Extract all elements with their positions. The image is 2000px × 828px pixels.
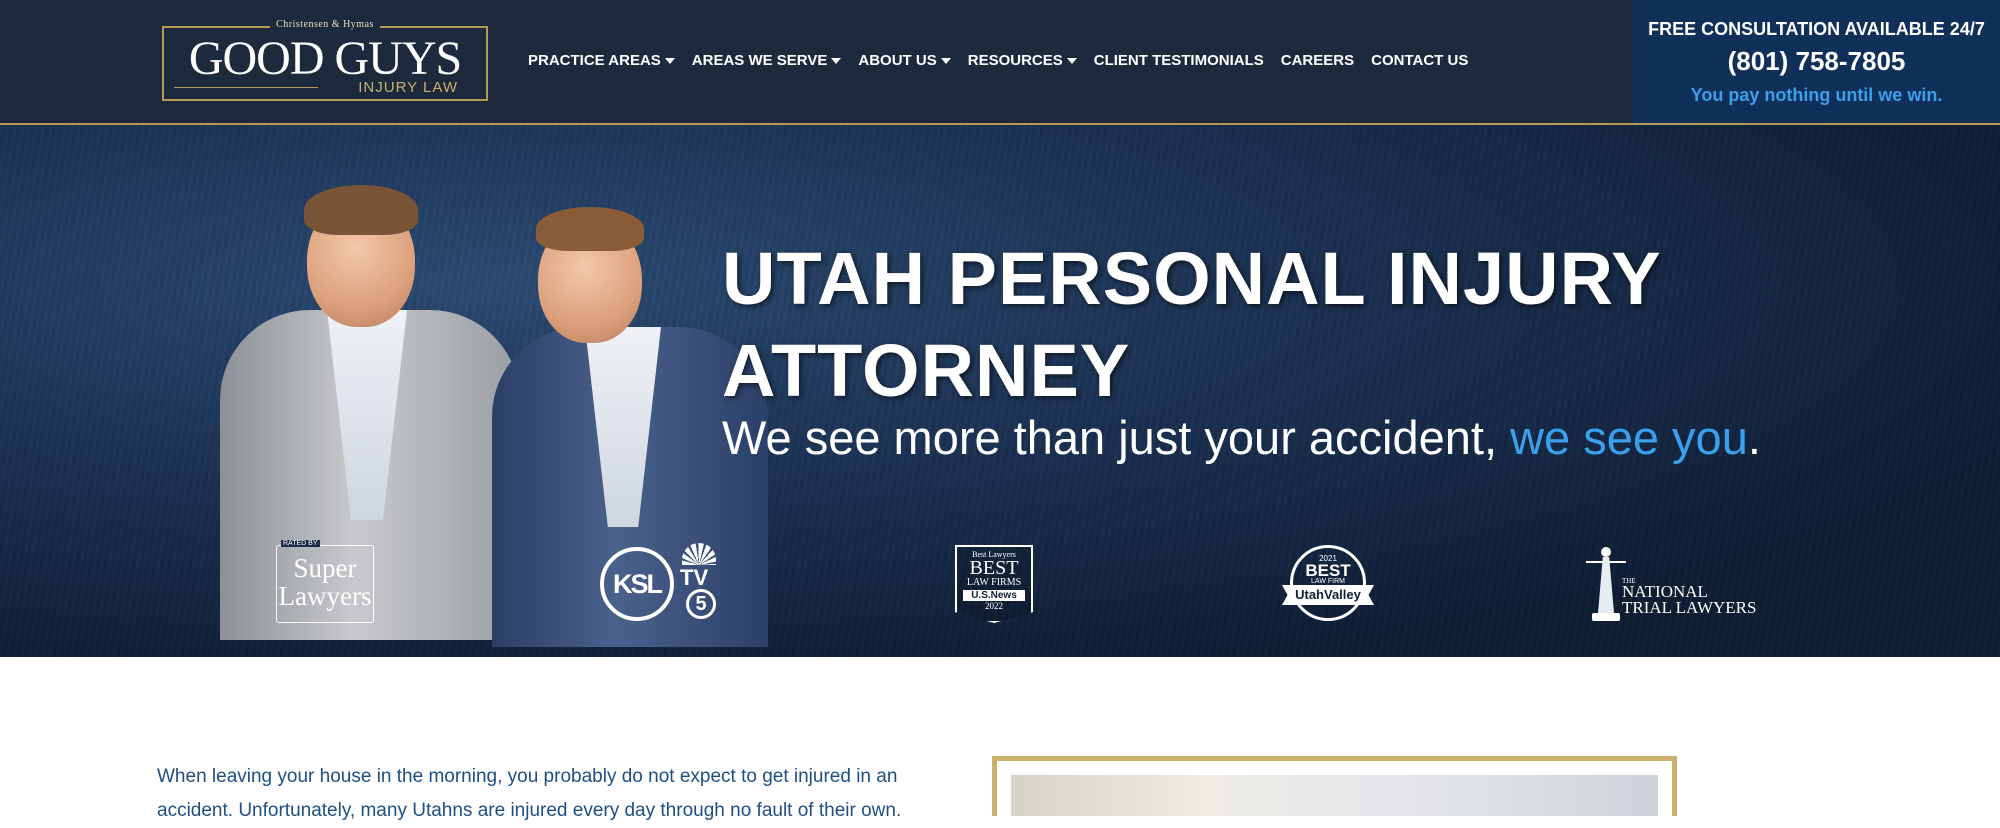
tagline-accent: we see you <box>1510 411 1748 464</box>
nav-label: ABOUT US <box>858 52 937 69</box>
nav-label: AREAS WE SERVE <box>691 52 828 69</box>
super-lawyers-badge: RATED BY Super Lawyers <box>276 540 374 623</box>
hero-tagline: We see more than just your accident, we … <box>722 410 1761 465</box>
nav-label: PRACTICE AREAS <box>528 52 661 69</box>
usn-year: 2022 <box>985 601 1003 611</box>
consultation-title: FREE CONSULTATION AVAILABLE 24/7 <box>1648 19 1985 39</box>
usn-line4: U.S.News <box>963 590 1025 601</box>
ksl-tv-badge: KSL TV 5 <box>600 543 720 623</box>
uv-banner: UtahValley <box>1282 585 1374 605</box>
caret-down-icon <box>664 57 675 64</box>
hero-section: UTAH PERSONAL INJURY ATTORNEY We see mor… <box>0 125 2000 657</box>
ksl-logo: KSL <box>600 547 674 621</box>
channel-number: 5 <box>686 589 716 619</box>
caret-down-icon <box>940 57 951 64</box>
caret-down-icon <box>831 57 842 64</box>
badge-caption: RATED BY <box>281 540 320 547</box>
nav-contact-us[interactable]: CONTACT US <box>1371 52 1468 69</box>
uv-seal: 2021 BEST LAW FIRM <box>1290 545 1366 621</box>
nav-careers[interactable]: CAREERS <box>1281 52 1354 69</box>
nav-resources[interactable]: RESOURCES <box>968 52 1077 69</box>
ksl-tv-text: TV <box>680 565 709 590</box>
main-nav: PRACTICE AREAS AREAS WE SERVE ABOUT US R… <box>528 52 1485 69</box>
logo-rule <box>174 87 318 88</box>
nav-label: CONTACT US <box>1371 52 1469 69</box>
hero-title: UTAH PERSONAL INJURY ATTORNEY <box>722 237 1661 412</box>
nav-practice-areas[interactable]: PRACTICE AREAS <box>528 52 675 69</box>
utah-valley-badge: 2021 BEST LAW FIRM UtahValley <box>1282 545 1374 623</box>
site-header: Christensen & Hymas GOOD GUYS INJURY LAW… <box>0 0 2000 125</box>
nav-label: CAREERS <box>1280 52 1355 69</box>
usn-line2: BEST <box>969 557 1019 579</box>
nav-label: CLIENT TESTIMONIALS <box>1093 52 1264 69</box>
consultation-note: You pay nothing until we win. <box>1690 85 1943 105</box>
logo-top-text: Christensen & Hymas <box>270 19 380 30</box>
featured-image <box>1011 775 1658 816</box>
featured-image-frame <box>992 756 1677 816</box>
badge-title: Super Lawyers <box>278 553 372 611</box>
caret-down-icon <box>1066 57 1077 64</box>
nav-label: RESOURCES <box>967 52 1063 69</box>
nav-areas-we-serve[interactable]: AREAS WE SERVE <box>692 52 842 69</box>
lady-justice-icon <box>1586 545 1626 623</box>
uv-sub: LAW FIRM <box>1311 578 1345 585</box>
nav-client-testimonials[interactable]: CLIENT TESTIMONIALS <box>1094 52 1264 69</box>
phone-link[interactable]: (801) 758-7805 <box>1633 46 2000 77</box>
logo-sub-text: INJURY LAW <box>358 79 458 96</box>
tagline-text: We see more than just your accident, <box>722 411 1511 464</box>
nav-about-us[interactable]: ABOUT US <box>858 52 951 69</box>
tagline-period: . <box>1747 411 1761 464</box>
logo-main-text: GOOD GUYS <box>188 32 462 85</box>
consultation-box: FREE CONSULTATION AVAILABLE 24/7 (801) 7… <box>1633 0 2000 123</box>
good-guys-logo[interactable]: Christensen & Hymas GOOD GUYS INJURY LAW <box>162 19 488 101</box>
peacock-icon <box>682 543 716 565</box>
usn-line3: LAW FIRMS <box>966 577 1022 588</box>
ntl-line2: TRIAL LAWYERS <box>1622 598 1757 617</box>
intro-paragraph: When leaving your house in the morning, … <box>157 766 902 821</box>
national-trial-lawyers-badge: THE NATIONAL TRIAL LAWYERS <box>1586 545 1756 625</box>
us-news-badge: Best Lawyers BEST LAW FIRMS U.S.News 202… <box>955 545 1033 623</box>
